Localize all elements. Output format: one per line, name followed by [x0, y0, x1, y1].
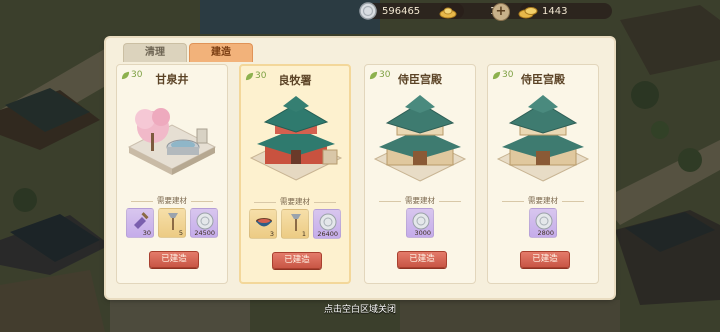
building-name: 侍臣宫殿	[521, 73, 565, 86]
building-card[interactable]: 30 良牧署 需要建材 3 1 26400 已建造	[239, 64, 351, 284]
built-button[interactable]: 已建造	[272, 252, 322, 269]
silver-coin-icon	[359, 2, 377, 20]
silver-amount: 596465	[382, 5, 421, 17]
material-slot[interactable]: 3	[249, 209, 277, 239]
materials-row: 2800	[488, 208, 598, 238]
tab-clean[interactable]: 清理	[123, 43, 187, 62]
build-panel: 清理 建造 30 甘泉井 需要建材 30 5 24500 已建造 30 良牧署 …	[106, 38, 614, 298]
required-materials-label: 需要建材	[117, 195, 227, 206]
building-card[interactable]: 30 侍臣宫殿 需要建材 2800 已建造	[487, 64, 599, 284]
currency-bar: 596465 1 + 1443	[356, 2, 612, 22]
tab-build[interactable]: 建造	[189, 43, 253, 62]
building-name: 良牧署	[278, 74, 312, 87]
material-slot[interactable]: 3000	[406, 208, 434, 238]
silver-coin-icon	[535, 212, 553, 230]
built-button[interactable]: 已建造	[520, 251, 570, 268]
gold-ingot-icon	[439, 7, 457, 19]
gold-pile-icon	[518, 7, 538, 19]
well-building-icon	[127, 108, 217, 175]
silver-coin-icon	[196, 212, 214, 230]
required-materials-label: 需要建材	[365, 195, 475, 206]
silver-coin-icon	[319, 213, 337, 231]
hoe-icon	[291, 214, 301, 231]
materials-row: 3 1 26400	[241, 209, 349, 239]
material-slot[interactable]: 24500	[190, 208, 218, 238]
palace-building-icon	[496, 95, 590, 182]
stable-office-building-icon	[249, 96, 343, 181]
gold-amount: 1443	[542, 5, 568, 17]
built-button[interactable]: 已建造	[149, 251, 199, 268]
material-slot[interactable]: 30	[126, 208, 154, 238]
silver-coin-icon	[412, 212, 430, 230]
building-name: 甘泉井	[155, 73, 189, 86]
add-ingot-button[interactable]: +	[492, 3, 510, 21]
material-slot[interactable]: 1	[281, 209, 309, 239]
material-slot[interactable]: 26400	[313, 209, 341, 239]
required-materials-label: 需要建材	[488, 195, 598, 206]
built-button[interactable]: 已建造	[397, 251, 447, 268]
material-slot[interactable]: 2800	[529, 208, 557, 238]
close-hint: 点击空白区域关闭	[323, 305, 396, 315]
hoe-icon	[168, 213, 178, 230]
material-slot[interactable]: 5	[158, 208, 186, 238]
palace-building-icon	[373, 95, 467, 182]
building-card[interactable]: 30 侍臣宫殿 需要建材 3000 已建造	[364, 64, 476, 284]
bowl-icon	[256, 218, 272, 227]
materials-row: 3000	[365, 208, 475, 238]
shovel-icon	[134, 212, 149, 229]
materials-row: 30 5 24500	[117, 208, 227, 238]
gold-currency: 1443	[518, 3, 612, 19]
required-materials-label: 需要建材	[241, 196, 349, 207]
building-name: 侍臣宫殿	[398, 73, 442, 86]
building-card[interactable]: 30 甘泉井 需要建材 30 5 24500 已建造	[116, 64, 228, 284]
